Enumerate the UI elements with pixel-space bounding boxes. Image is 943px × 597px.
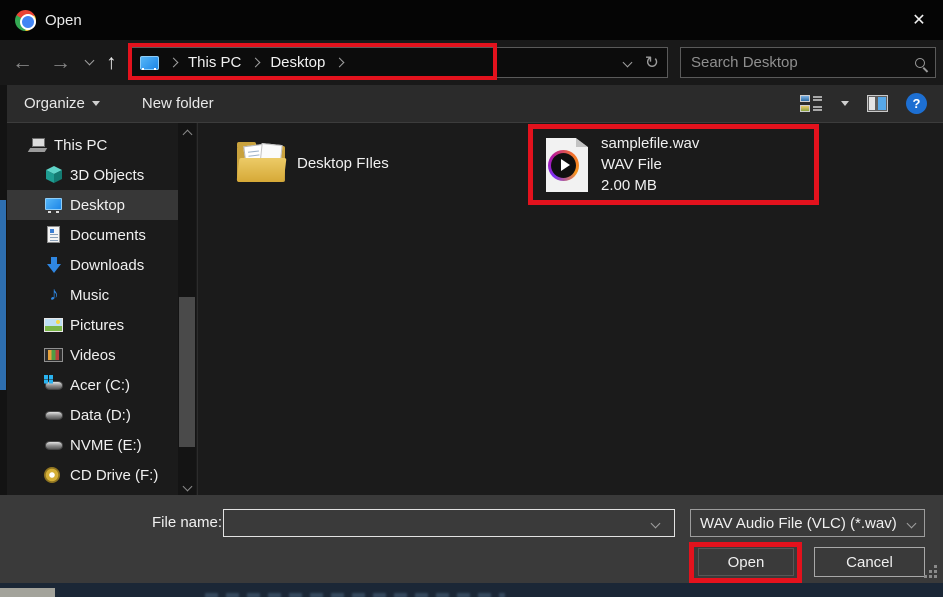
this-pc-icon	[140, 56, 159, 70]
search-input[interactable]	[691, 54, 915, 71]
breadcrumb-desktop[interactable]: Desktop	[270, 54, 325, 71]
sidebar-item-data-d[interactable]: Data (D:)	[7, 400, 178, 430]
address-dropdown-icon[interactable]	[622, 58, 632, 68]
up-button[interactable]: ↑	[106, 40, 117, 85]
new-folder-label: New folder	[142, 95, 214, 112]
chevron-down-icon	[92, 101, 100, 106]
computer-icon	[28, 135, 48, 155]
sidebar-item-nvme-e[interactable]: NVME (E:)	[7, 430, 178, 460]
folder-icon	[236, 140, 288, 186]
address-bar[interactable]: This PC Desktop ↻	[131, 47, 668, 78]
sidebar-item-downloads[interactable]: Downloads	[7, 250, 178, 280]
wav-file-size: 2.00 MB	[601, 178, 699, 194]
pane-divider	[197, 123, 198, 495]
help-button[interactable]: ?	[906, 93, 927, 114]
file-name-label: File name:	[152, 509, 222, 537]
sidebar-item-cd-drive-f[interactable]: CD Drive (F:)	[7, 460, 178, 490]
file-item-samplefile-wav[interactable]: samplefile.wav WAV File 2.00 MB	[546, 133, 796, 197]
window-title: Open	[45, 12, 82, 29]
sidebar-scrollbar[interactable]	[178, 123, 196, 495]
search-icon	[915, 58, 925, 68]
breadcrumb-separator-icon	[169, 58, 179, 68]
sidebar-item-pictures[interactable]: Pictures	[7, 310, 178, 340]
file-name-input[interactable]	[223, 509, 675, 537]
background-window-clipped-text	[205, 593, 505, 597]
cube-icon	[44, 165, 64, 185]
folder-name: Desktop FIles	[297, 155, 389, 172]
cancel-button[interactable]: Cancel	[814, 547, 925, 577]
refresh-button[interactable]: ↻	[645, 53, 659, 73]
dialog-footer: File name: WAV Audio File (VLC) (*.wav) …	[0, 495, 943, 583]
sidebar-item-desktop[interactable]: Desktop	[7, 190, 178, 220]
view-options-dropdown-icon[interactable]	[841, 101, 849, 106]
organize-label: Organize	[24, 95, 85, 112]
breadcrumb-separator-icon	[335, 58, 345, 68]
breadcrumb-separator-icon	[251, 58, 261, 68]
download-arrow-icon	[44, 255, 64, 275]
resize-grip[interactable]	[934, 575, 937, 578]
monitor-icon	[44, 195, 64, 215]
organize-button[interactable]: Organize	[24, 95, 100, 112]
preview-pane-icon[interactable]	[867, 95, 888, 112]
picture-icon	[44, 318, 63, 332]
file-type-value: WAV Audio File (VLC) (*.wav)	[700, 515, 897, 532]
command-toolbar: Organize New folder ?	[0, 85, 943, 123]
chrome-logo-icon	[15, 10, 36, 31]
film-icon	[44, 348, 63, 362]
navigation-sidebar: This PC 3D Objects Desktop Documents	[7, 130, 178, 490]
navigation-bar: ← → ↑ This PC Desktop ↻	[0, 40, 943, 85]
change-view-icon[interactable]	[800, 95, 823, 113]
title-bar: Open ✕	[0, 0, 943, 40]
sidebar-item-3d-objects[interactable]: 3D Objects	[7, 160, 178, 190]
drive-icon	[44, 405, 64, 425]
sidebar-item-this-pc[interactable]: This PC	[7, 130, 178, 160]
new-folder-button[interactable]: New folder	[142, 95, 214, 112]
sidebar-item-acer-c[interactable]: Acer (C:)	[7, 370, 178, 400]
background-window-blue-edge	[0, 200, 6, 390]
back-button[interactable]: ←	[12, 40, 33, 85]
dialog-content: This PC 3D Objects Desktop Documents	[0, 123, 943, 495]
wav-file-type: WAV File	[601, 157, 699, 173]
open-button[interactable]: Open	[698, 548, 794, 576]
forward-button[interactable]: →	[50, 40, 71, 85]
search-box	[680, 47, 936, 78]
sidebar-item-music[interactable]: ♪ Music	[7, 280, 178, 310]
scroll-down-icon[interactable]	[178, 477, 196, 493]
windows-drive-icon	[44, 375, 64, 395]
file-item-desktop-files[interactable]: Desktop FIles	[236, 131, 506, 195]
breadcrumb-this-pc[interactable]: This PC	[188, 54, 241, 71]
open-file-dialog: Open ✕ ← → ↑ This PC Desktop ↻ Organ	[0, 0, 943, 597]
sidebar-item-videos[interactable]: Videos	[7, 340, 178, 370]
drive-icon	[44, 435, 64, 455]
music-note-icon: ♪	[44, 285, 64, 305]
close-button[interactable]: ✕	[895, 0, 943, 40]
wav-media-file-icon	[546, 138, 588, 192]
sidebar-item-documents[interactable]: Documents	[7, 220, 178, 250]
history-dropdown-icon[interactable]	[85, 56, 95, 66]
play-icon	[561, 159, 570, 171]
chevron-down-icon	[907, 518, 917, 528]
background-window-fragment	[0, 588, 55, 597]
scrollbar-thumb[interactable]	[179, 297, 195, 447]
background-window-strip	[0, 583, 943, 597]
document-icon	[44, 225, 64, 245]
file-type-select[interactable]: WAV Audio File (VLC) (*.wav)	[690, 509, 925, 537]
wav-file-name: samplefile.wav	[601, 136, 699, 152]
cd-icon	[44, 467, 60, 483]
scroll-up-icon[interactable]	[178, 125, 196, 141]
